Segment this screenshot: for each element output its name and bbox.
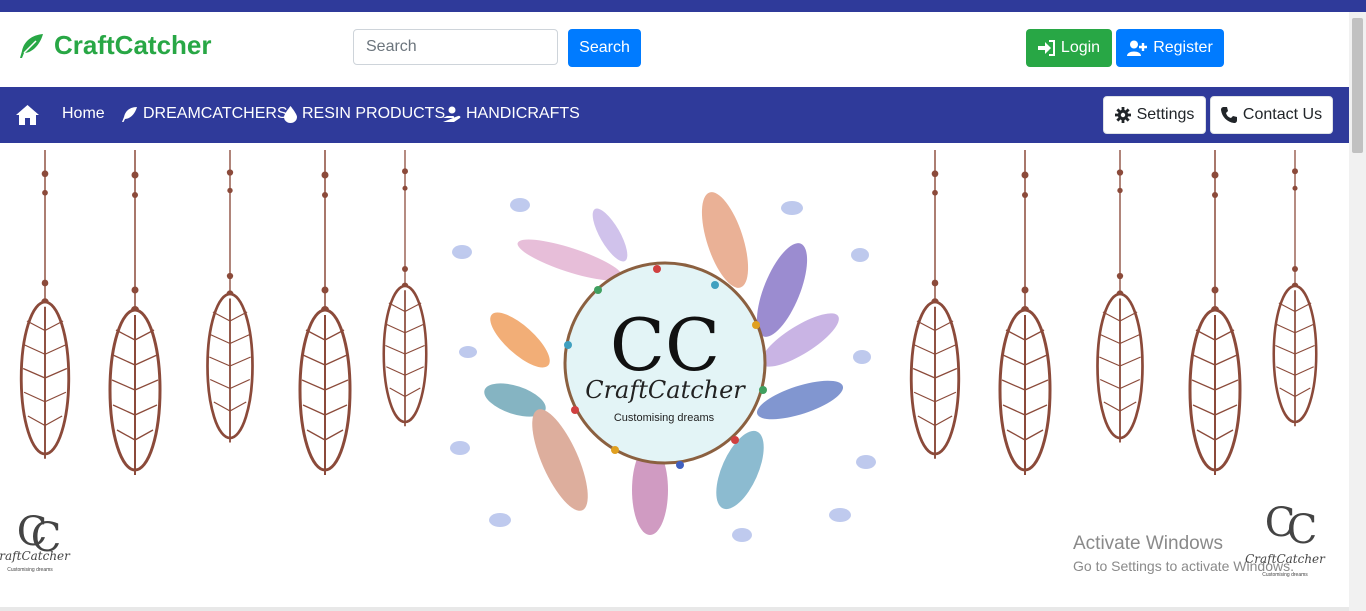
navbar: Home DREAMCATCHERS RESIN PRODUCTS HANDIC…	[0, 87, 1349, 143]
logo-tagline: Customising dreams	[614, 412, 715, 424]
contact-label: Contact Us	[1242, 106, 1323, 123]
nav-item-handicrafts[interactable]: HANDICRAFTS	[443, 105, 580, 123]
page-scrollbar[interactable]	[1349, 12, 1366, 611]
corner-logo-left: C C CraftCatcher Customising dreams	[0, 509, 71, 573]
sign-in-icon	[1037, 40, 1055, 56]
nav-item-label: HANDICRAFTS	[466, 105, 580, 122]
header: CraftCatcher Search Login Register	[0, 12, 1349, 87]
center-logo: CC CraftCatcher Customising dreams	[450, 192, 876, 542]
feather-icon	[122, 106, 137, 122]
windows-activation-watermark: Activate Windows Go to Settings to activ…	[1073, 533, 1294, 574]
nav-item-label: DREAMCATCHERS	[143, 105, 288, 122]
nav-item-resin-products[interactable]: RESIN PRODUCTS	[284, 105, 445, 123]
home-icon[interactable]	[15, 104, 40, 126]
scrollbar-thumb[interactable]	[1352, 18, 1363, 153]
nav-item-label: RESIN PRODUCTS	[302, 105, 446, 122]
hand-holding-icon	[443, 106, 461, 122]
login-label: Login	[1060, 39, 1101, 56]
drop-icon	[284, 105, 297, 123]
settings-label: Settings	[1136, 106, 1195, 123]
settings-button[interactable]: Settings	[1103, 96, 1206, 134]
corner-logo-script: CraftCatcher	[0, 549, 71, 563]
register-label: Register	[1153, 39, 1213, 56]
brand-name: CraftCatcher	[54, 30, 212, 60]
corner-logo-tagline: Customising dreams	[7, 567, 53, 573]
nav-item-dreamcatchers[interactable]: DREAMCATCHERS	[121, 105, 288, 123]
user-plus-icon	[1127, 40, 1148, 56]
search-button[interactable]: Search	[568, 29, 641, 67]
login-button[interactable]: Login	[1026, 29, 1112, 67]
nav-item-label: Home	[62, 105, 105, 122]
bottom-edge	[0, 607, 1349, 611]
phone-icon	[1220, 107, 1237, 123]
search-input[interactable]	[353, 29, 558, 65]
watermark-title: Activate Windows	[1073, 533, 1223, 554]
top-stripe	[0, 0, 1366, 12]
logo-initials: CC	[610, 303, 720, 387]
brand-logo[interactable]: CraftCatcher	[16, 30, 212, 61]
watermark-subtitle: Go to Settings to activate Windows.	[1073, 558, 1294, 574]
register-button[interactable]: Register	[1116, 29, 1224, 67]
nav-item-home[interactable]: Home	[62, 105, 105, 123]
contact-us-button[interactable]: Contact Us	[1210, 96, 1333, 134]
logo-script: CraftCatcher	[585, 376, 746, 404]
feather-icon	[20, 33, 43, 58]
gear-icon	[1114, 107, 1131, 123]
